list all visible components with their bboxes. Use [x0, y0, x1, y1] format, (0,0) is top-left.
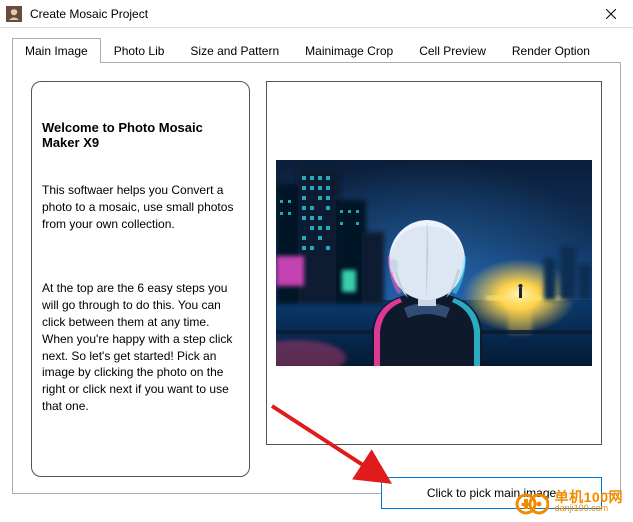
main-image-preview-frame	[266, 81, 602, 445]
welcome-paragraph-2: At the top are the 6 easy steps you will…	[42, 280, 239, 414]
welcome-panel: Welcome to Photo Mosaic Maker X9 This so…	[31, 81, 250, 477]
tab-size-pattern[interactable]: Size and Pattern	[177, 38, 292, 63]
tab-label: Size and Pattern	[190, 44, 279, 58]
tab-label: Main Image	[25, 44, 88, 58]
tab-panel-main-image: Welcome to Photo Mosaic Maker X9 This so…	[12, 62, 621, 494]
close-icon	[606, 9, 616, 19]
tab-render-option[interactable]: Render Option	[499, 38, 603, 63]
client-area: Main Image Photo Lib Size and Pattern Ma…	[0, 28, 633, 522]
tab-label: Photo Lib	[114, 44, 165, 58]
welcome-heading: Welcome to Photo Mosaic Maker X9	[42, 120, 239, 150]
tab-main-image[interactable]: Main Image	[12, 38, 101, 63]
tab-label: Mainimage Crop	[305, 44, 393, 58]
titlebar: Create Mosaic Project	[0, 0, 633, 28]
window-title: Create Mosaic Project	[28, 7, 589, 21]
pick-main-image-label: Click to pick main image	[427, 486, 556, 500]
pick-main-image-button[interactable]: Click to pick main image	[381, 477, 602, 509]
tab-cell-preview[interactable]: Cell Preview	[406, 38, 499, 63]
tabstrip: Main Image Photo Lib Size and Pattern Ma…	[12, 38, 621, 63]
close-button[interactable]	[589, 0, 633, 28]
main-image-preview[interactable]	[276, 160, 592, 366]
tab-label: Cell Preview	[419, 44, 486, 58]
tab-label: Render Option	[512, 44, 590, 58]
app-icon	[6, 6, 22, 22]
welcome-paragraph-1: This softwaer helps you Convert a photo …	[42, 182, 239, 232]
tab-photo-lib[interactable]: Photo Lib	[101, 38, 178, 63]
tab-mainimage-crop[interactable]: Mainimage Crop	[292, 38, 406, 63]
preview-column: Click to pick main image	[266, 81, 602, 475]
